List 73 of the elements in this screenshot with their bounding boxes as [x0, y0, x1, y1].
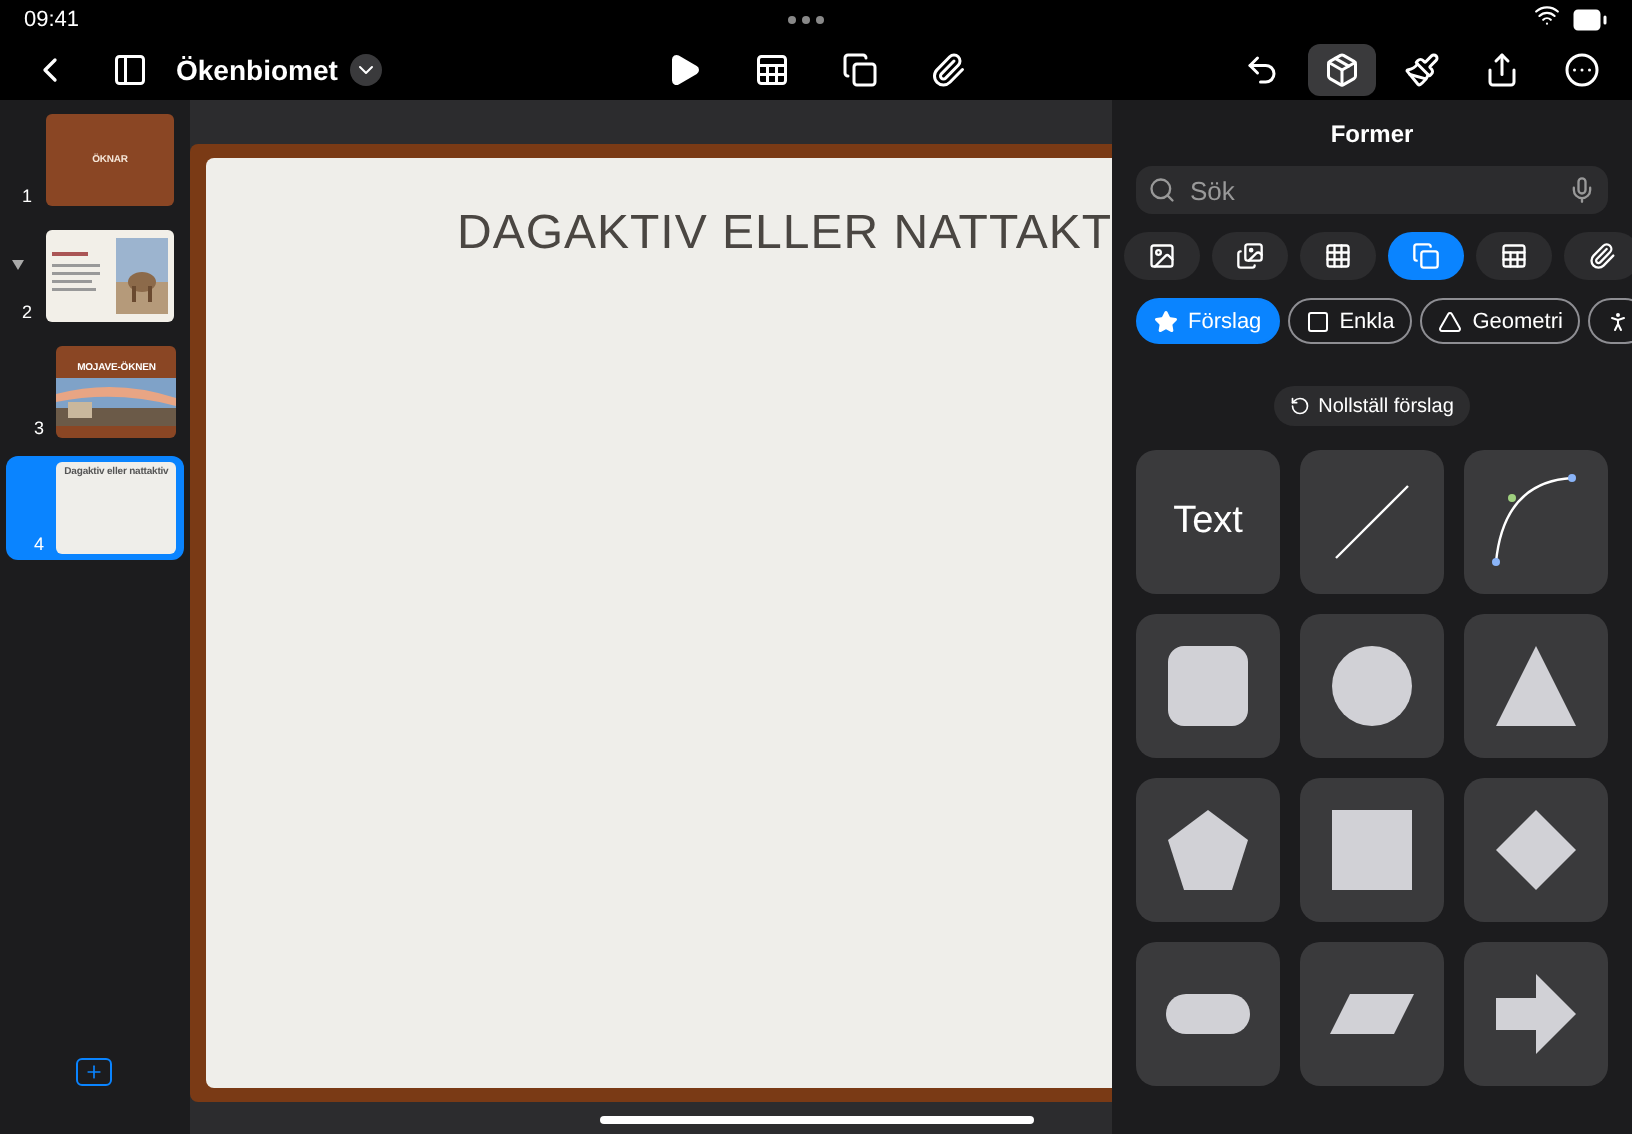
triangle-icon: [1438, 309, 1463, 333]
shapes-icon: [842, 52, 878, 88]
arrow-icon: [1492, 970, 1580, 1058]
category-chip[interactable]: Geometri: [1420, 298, 1581, 344]
line-icon: [1332, 482, 1412, 562]
star-icon: [1154, 309, 1178, 333]
shape-tile[interactable]: [1464, 942, 1608, 1086]
shape-tile[interactable]: [1300, 614, 1444, 758]
shapes-tab[interactable]: [1388, 232, 1464, 280]
shape-tile[interactable]: [1136, 942, 1280, 1086]
image-icon: [1148, 242, 1176, 270]
panel-title: Former: [1328, 120, 1416, 148]
slide-thumbnail-row[interactable]: 2: [6, 224, 184, 328]
table-tab[interactable]: [1476, 232, 1552, 280]
slide-number: 3: [34, 418, 47, 438]
grid-icon: [1324, 242, 1352, 270]
table-icon: [754, 52, 790, 88]
share-icon: [1484, 52, 1520, 88]
images-icon: [1236, 242, 1264, 270]
more-icon: [1564, 52, 1600, 88]
slide-number: 1: [22, 186, 35, 206]
slide-canvas[interactable]: DAGAKTIV ELLER NATTAKT: [206, 158, 1112, 1088]
search-input[interactable]: Sök: [1186, 173, 1558, 207]
paintbrush-icon: [1404, 52, 1440, 88]
square-icon: [1305, 309, 1330, 333]
search-field[interactable]: Sök: [1136, 166, 1608, 214]
add-slide-button[interactable]: [76, 1058, 112, 1086]
reset-suggestions-button[interactable]: Nollställ förslag: [1274, 386, 1470, 426]
shape-tile[interactable]: [1300, 942, 1444, 1086]
shape-tile[interactable]: [1136, 778, 1280, 922]
undo-icon: [1244, 52, 1280, 88]
sidebar-icon: [112, 52, 148, 88]
search-icon: [1148, 176, 1176, 204]
table-icon: [1500, 242, 1528, 270]
play-icon: [666, 52, 702, 88]
shape-tile[interactable]: [1464, 614, 1608, 758]
paperclip-icon: [1588, 242, 1616, 270]
pattern-tab[interactable]: [1300, 232, 1376, 280]
circle-icon: [1328, 642, 1416, 730]
figure-icon: [1606, 309, 1631, 333]
slide-number: 4: [34, 534, 47, 554]
plus-icon: [84, 1062, 104, 1082]
parallelogram-icon: [1330, 994, 1414, 1034]
square-icon: [1328, 806, 1416, 894]
rounded-square-icon: [1164, 642, 1252, 730]
category-chip[interactable]: [1588, 298, 1632, 344]
slide-title[interactable]: DAGAKTIV ELLER NATTAKT: [456, 206, 1112, 262]
shape-tile[interactable]: [1464, 778, 1608, 922]
category-chip[interactable]: Förslag: [1136, 298, 1280, 344]
shape-tile[interactable]: [1300, 778, 1444, 922]
image-tab[interactable]: [1124, 232, 1200, 280]
pentagon-icon: [1164, 806, 1252, 894]
microphone-icon[interactable]: [1568, 176, 1596, 204]
text-shape-tile[interactable]: Text: [1136, 450, 1280, 594]
triangle-icon: [1492, 642, 1580, 730]
status-time: 09:41: [24, 8, 80, 32]
reset-icon: [1290, 396, 1311, 416]
shapes-icon: [1412, 242, 1440, 270]
clip-tab[interactable]: [1564, 232, 1632, 280]
diamond-icon: [1492, 806, 1580, 894]
document-title[interactable]: Ökenbiomet: [176, 54, 338, 86]
shape-tile[interactable]: [1136, 614, 1280, 758]
category-chip[interactable]: Enkla: [1287, 298, 1413, 344]
shape-tile[interactable]: [1300, 450, 1444, 594]
slide-number: 2: [22, 302, 35, 322]
title-menu-button[interactable]: [349, 54, 382, 86]
shape-tile[interactable]: [1464, 450, 1608, 594]
pill-icon: [1166, 994, 1250, 1034]
media-tab[interactable]: [1212, 232, 1288, 280]
paperclip-icon: [930, 52, 966, 88]
disclosure-icon[interactable]: [12, 260, 24, 270]
curve-icon: [1492, 474, 1580, 570]
multitask-dots-icon[interactable]: [788, 16, 825, 24]
